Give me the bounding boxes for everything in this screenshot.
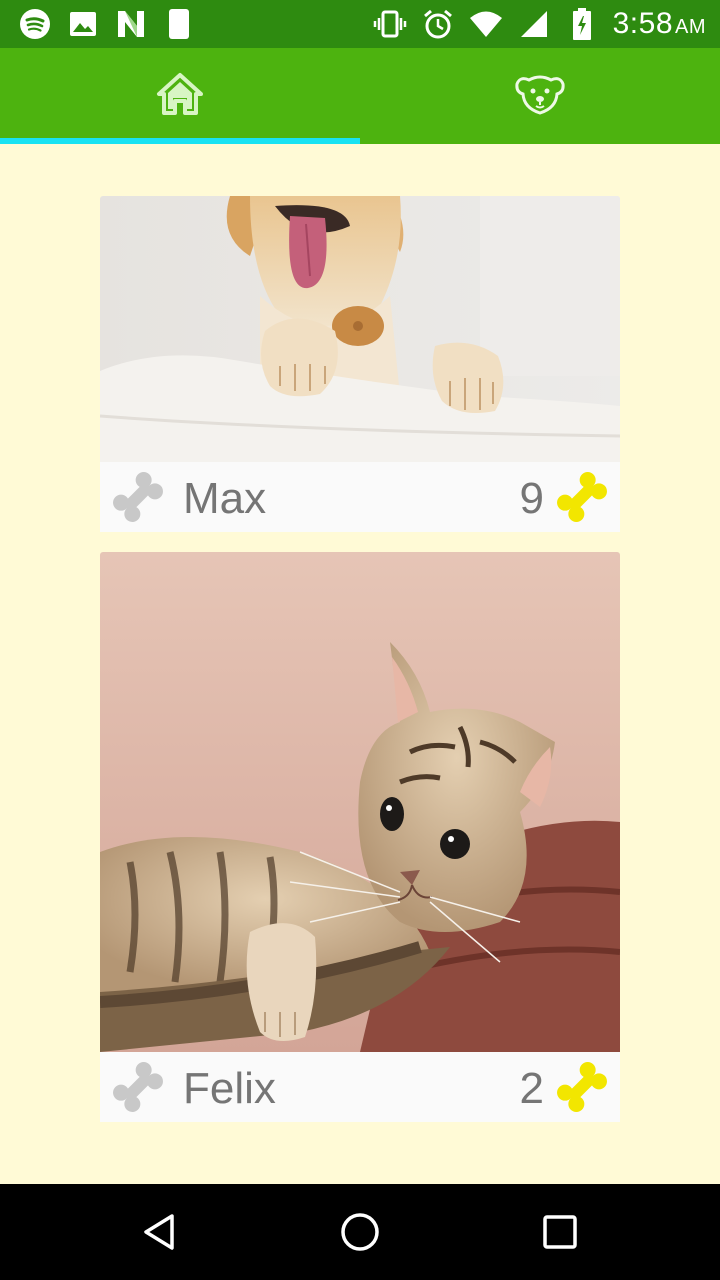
navigation-bar bbox=[0, 1184, 720, 1280]
tab-indicator bbox=[0, 138, 360, 144]
home-button[interactable] bbox=[336, 1208, 384, 1256]
pet-card-footer: Felix 2 bbox=[100, 1052, 620, 1122]
spotify-icon bbox=[18, 7, 52, 41]
home-icon bbox=[156, 72, 204, 121]
dog-photo bbox=[100, 196, 620, 462]
battery-icon bbox=[565, 7, 599, 41]
app-bar bbox=[0, 48, 720, 144]
alarm-icon bbox=[421, 7, 455, 41]
pet-card[interactable]: Felix 2 bbox=[100, 552, 620, 1122]
clock: 3:58 AM bbox=[612, 7, 706, 40]
tab-pets[interactable] bbox=[360, 48, 720, 144]
cat-photo bbox=[100, 552, 620, 1052]
treat-count: 2 bbox=[519, 1064, 544, 1113]
phone-night-icon bbox=[162, 7, 196, 41]
wifi-icon bbox=[469, 7, 503, 41]
bone-icon[interactable] bbox=[110, 469, 166, 525]
signal-icon bbox=[517, 7, 551, 41]
pet-card[interactable]: Max 9 bbox=[100, 196, 620, 532]
treat-bone-icon[interactable] bbox=[554, 469, 610, 525]
gallery-icon bbox=[66, 7, 100, 41]
pet-card-footer: Max 9 bbox=[100, 462, 620, 532]
pet-name: Felix bbox=[183, 1064, 276, 1113]
treat-count: 9 bbox=[519, 474, 544, 523]
tab-home[interactable] bbox=[0, 48, 360, 144]
bone-icon[interactable] bbox=[110, 1059, 166, 1115]
back-button[interactable] bbox=[136, 1208, 184, 1256]
status-bar: 3:58 AM bbox=[0, 0, 720, 48]
dog-face-icon bbox=[515, 72, 565, 121]
recents-button[interactable] bbox=[536, 1208, 584, 1256]
n-app-icon bbox=[114, 7, 148, 41]
pet-name: Max bbox=[183, 474, 267, 523]
vibrate-icon bbox=[373, 7, 407, 41]
treat-bone-icon[interactable] bbox=[554, 1059, 610, 1115]
